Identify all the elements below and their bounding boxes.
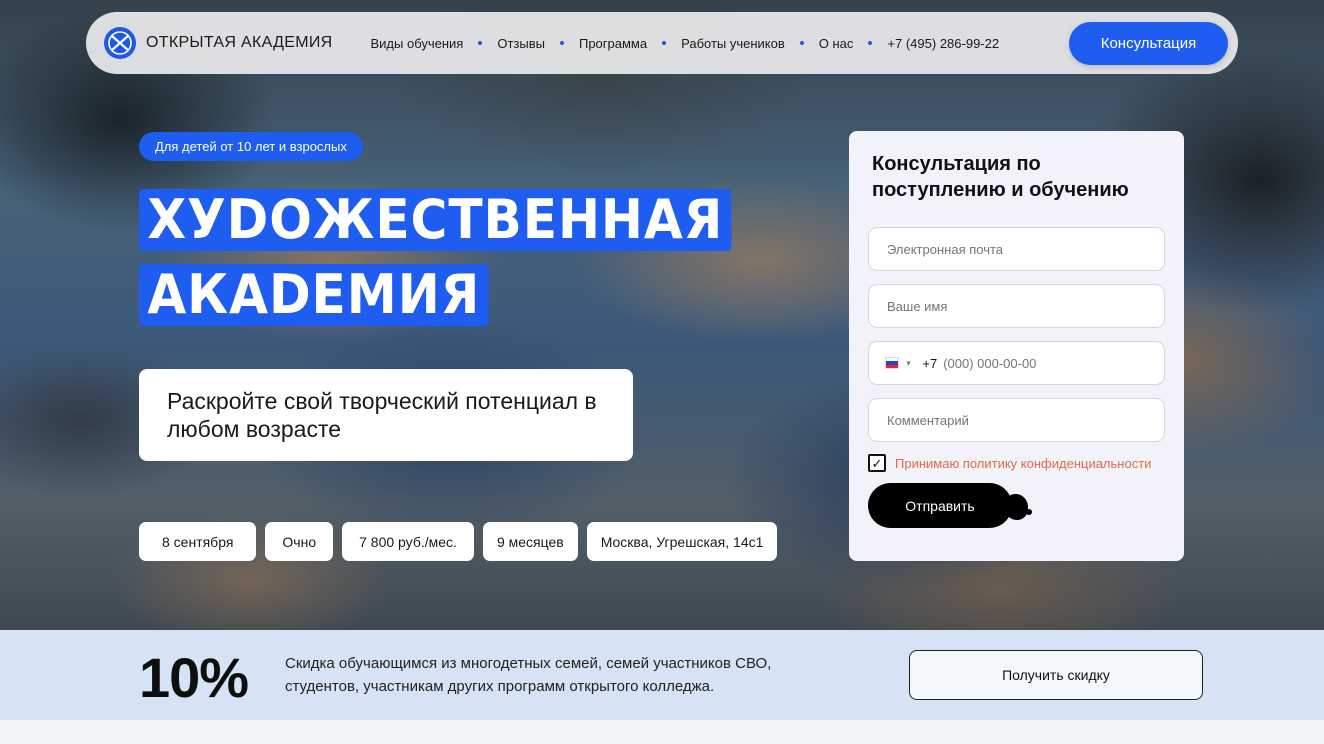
main-nav: Виды обучения Отзывы Программа Работы уч… <box>370 36 999 51</box>
privacy-policy-link[interactable]: Принимаю политику конфиденциальности <box>895 456 1151 471</box>
comment-field[interactable] <box>868 398 1165 442</box>
privacy-checkbox[interactable]: ✓ <box>868 454 886 472</box>
discount-banner: 10% Скидка обучающимся из многодетных се… <box>0 630 1324 720</box>
privacy-consent[interactable]: ✓ Принимаю политику конфиденциальности <box>868 454 1151 472</box>
email-input[interactable] <box>887 241 1146 257</box>
submit-button[interactable]: Отправить <box>868 483 1012 528</box>
email-field[interactable] <box>868 227 1165 271</box>
nav-item-student-works[interactable]: Работы учеников <box>681 36 785 51</box>
page-bottom-area <box>0 720 1324 744</box>
tagline-card: Раскройте свой творческий потенциал в лю… <box>139 369 633 461</box>
name-input[interactable] <box>887 298 1146 314</box>
nav-separator <box>478 41 483 45</box>
form-title: Консультация по поступлению и обучению <box>872 153 1129 201</box>
duration-chip: 9 месяцев <box>482 522 578 561</box>
nav-item-study-types[interactable]: Виды обучения <box>370 36 463 51</box>
globe-logo-icon <box>104 27 136 59</box>
address-chip: Москва, Угрешская, 14с1 <box>586 522 778 561</box>
paint-splat-decoration <box>1004 494 1032 520</box>
nav-item-about[interactable]: О нас <box>819 36 854 51</box>
russia-flag-icon[interactable] <box>885 357 900 369</box>
comment-input[interactable] <box>887 412 1146 428</box>
nav-separator <box>662 41 667 45</box>
nav-item-program[interactable]: Программа <box>579 36 647 51</box>
nav-phone-link[interactable]: +7 (495) 286-99-22 <box>887 36 999 51</box>
nav-separator <box>868 41 873 45</box>
nav-item-reviews[interactable]: Отзывы <box>497 36 545 51</box>
format-chip: Очно <box>265 522 334 561</box>
phone-input[interactable] <box>943 355 1146 371</box>
get-discount-button[interactable]: Получить скидку <box>909 650 1203 700</box>
phone-field[interactable]: ▼ +7 <box>868 341 1165 385</box>
start-date-chip: 8 сентября <box>139 522 257 561</box>
nav-separator <box>799 41 804 45</box>
audience-badge: Для детей от 10 лет и взрослых <box>139 132 363 161</box>
discount-value: 10% <box>139 646 249 709</box>
consultation-form: Консультация по поступлению и обучению ▼… <box>849 131 1184 561</box>
consultation-button[interactable]: Консультация <box>1069 22 1228 65</box>
course-info-chips: 8 сентября Очно 7 800 руб./мес. 9 месяце… <box>139 522 778 561</box>
top-navbar: ОТКРЫТАЯ АКАДЕМИЯ Виды обучения Отзывы П… <box>86 12 1238 74</box>
logo[interactable]: ОТКРЫТАЯ АКАДЕМИЯ <box>104 27 332 59</box>
brand-name: ОТКРЫТАЯ АКАДЕМИЯ <box>146 34 333 51</box>
headline-line-1: ХУDОЖЕСТВЕННАЯ <box>139 189 732 251</box>
price-chip: 7 800 руб./мес. <box>342 522 474 561</box>
headline-line-2: АКАDЕМИЯ <box>139 264 489 326</box>
name-field[interactable] <box>868 284 1165 328</box>
nav-separator <box>559 41 564 45</box>
discount-description: Скидка обучающимся из многодетных семей,… <box>285 655 772 695</box>
chevron-down-icon[interactable]: ▼ <box>904 359 912 368</box>
phone-country-code: +7 <box>922 355 938 371</box>
